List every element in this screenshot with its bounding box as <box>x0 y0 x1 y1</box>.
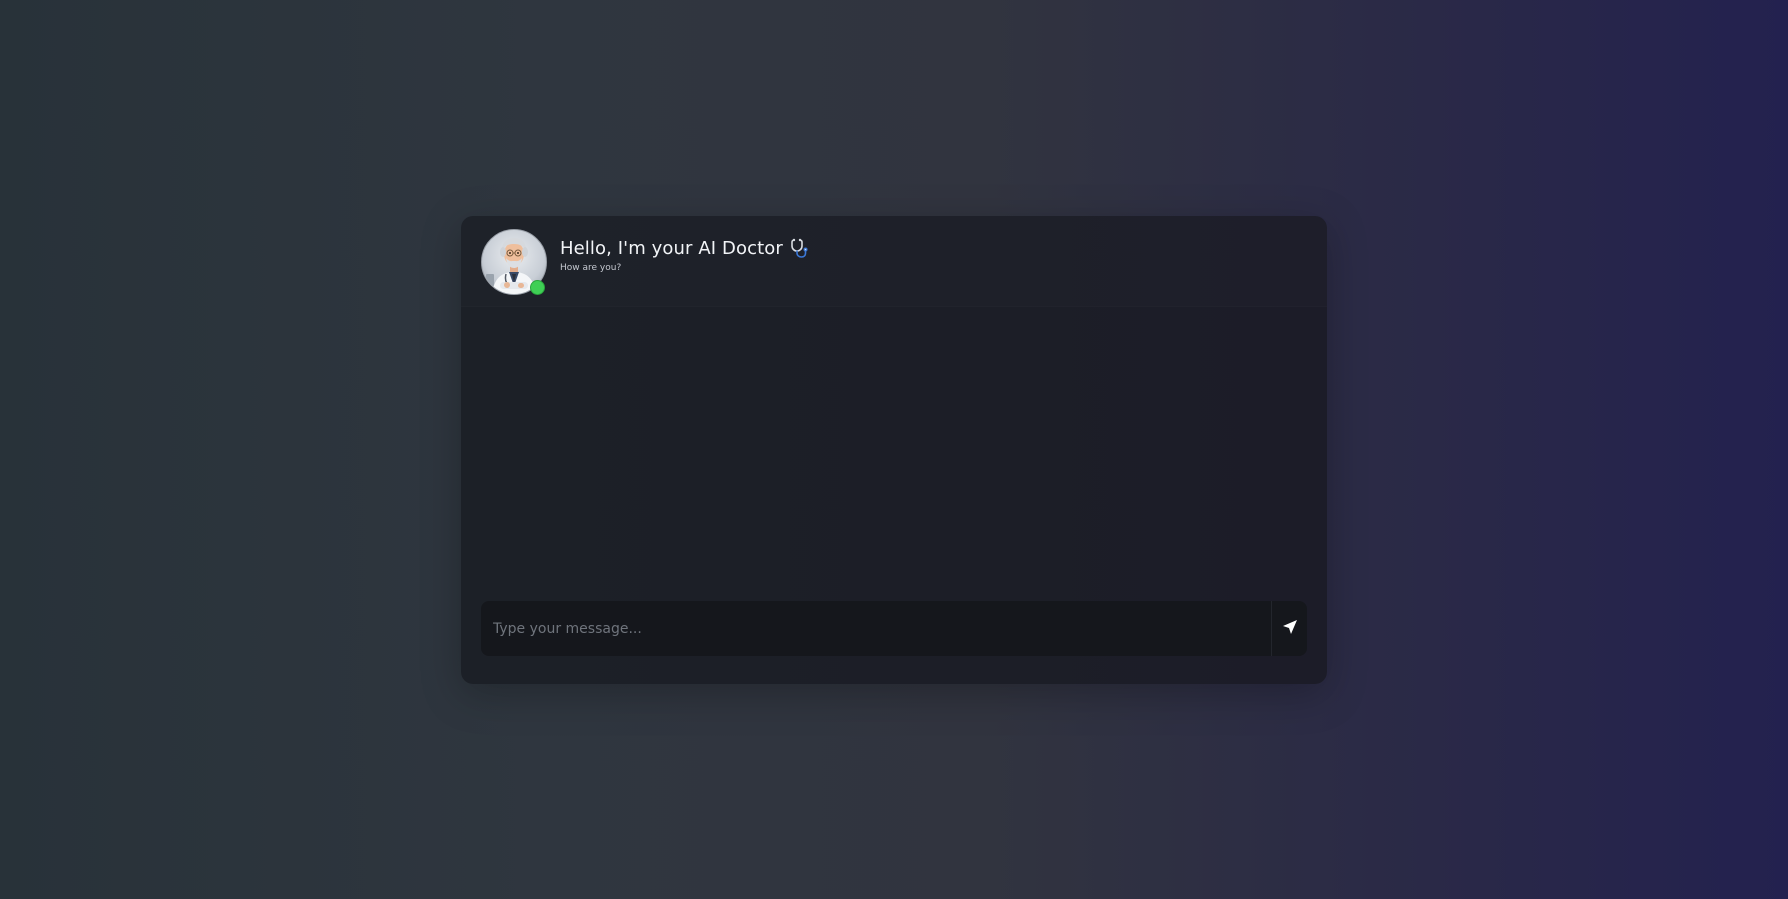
chat-title: Hello, I'm your AI Doctor <box>560 237 783 259</box>
stethoscope-icon <box>789 237 811 259</box>
chat-window: Hello, I'm your AI Doctor How are you? <box>461 216 1327 684</box>
chat-subtitle: How are you? <box>560 263 622 273</box>
header-text: Hello, I'm your AI Doctor How are you? <box>560 237 811 273</box>
online-status-indicator <box>530 280 545 295</box>
send-button[interactable] <box>1271 601 1307 656</box>
message-composer <box>481 601 1307 656</box>
message-list <box>461 307 1327 584</box>
avatar-container <box>481 229 547 295</box>
message-input[interactable] <box>481 601 1271 656</box>
send-icon <box>1282 619 1298 638</box>
title-row: Hello, I'm your AI Doctor <box>560 237 811 259</box>
chat-header: Hello, I'm your AI Doctor How are you? <box>461 216 1327 307</box>
